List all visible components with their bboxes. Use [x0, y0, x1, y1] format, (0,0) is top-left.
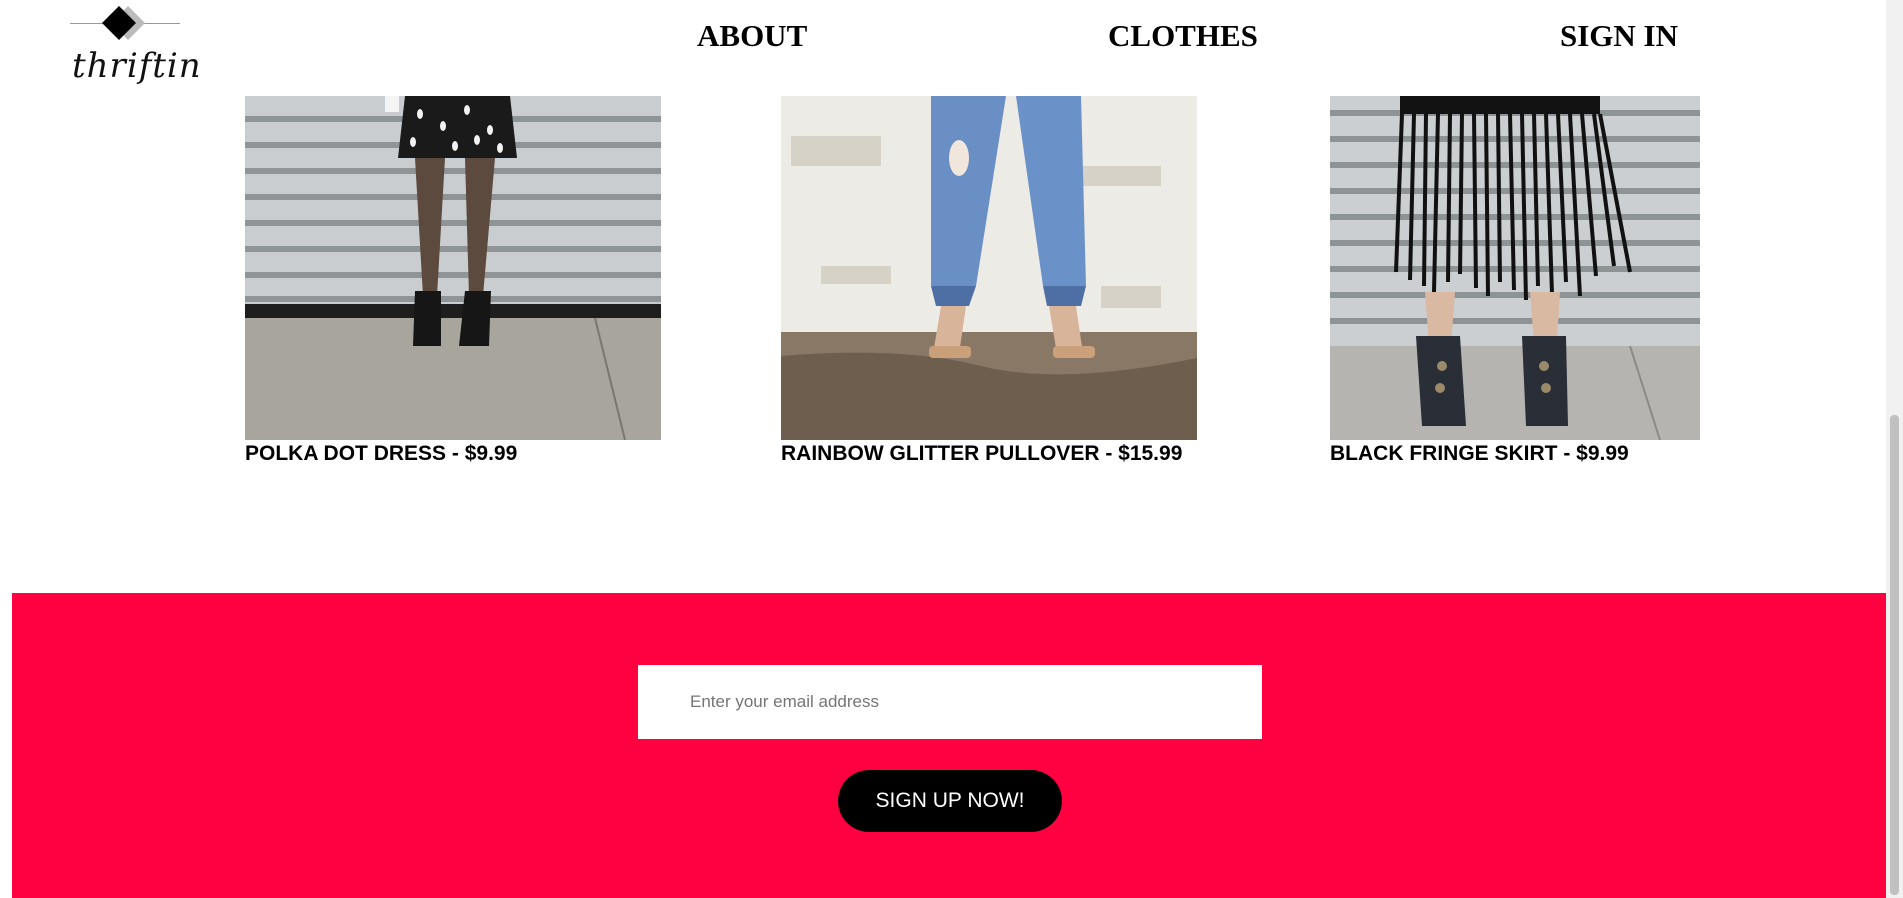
sign-up-button[interactable]: SIGN UP NOW!: [838, 770, 1062, 832]
logo-text: thriftin: [72, 46, 202, 86]
scrollbar-thumb[interactable]: [1890, 415, 1899, 895]
product-image-rainbow-glitter-pullover[interactable]: [781, 96, 1197, 440]
product-caption[interactable]: BLACK FRINGE SKIRT - $9.99: [1330, 442, 1629, 466]
product-image-black-fringe-skirt[interactable]: [1330, 96, 1700, 440]
product-caption[interactable]: POLKA DOT DRESS - $9.99: [245, 442, 517, 466]
nav-about-link[interactable]: ABOUT: [697, 18, 807, 54]
newsletter-footer: SIGN UP NOW!: [12, 593, 1887, 898]
vertical-scrollbar[interactable]: [1886, 0, 1903, 898]
nav-sign-in-link[interactable]: SIGN IN: [1560, 18, 1678, 54]
nav-clothes-link[interactable]: CLOTHES: [1108, 18, 1258, 54]
product-image-polka-dot-dress[interactable]: [245, 96, 661, 440]
logo[interactable]: thriftin: [70, 6, 201, 92]
product-caption[interactable]: RAINBOW GLITTER PULLOVER - $15.99: [781, 442, 1182, 466]
email-input[interactable]: [638, 665, 1262, 739]
